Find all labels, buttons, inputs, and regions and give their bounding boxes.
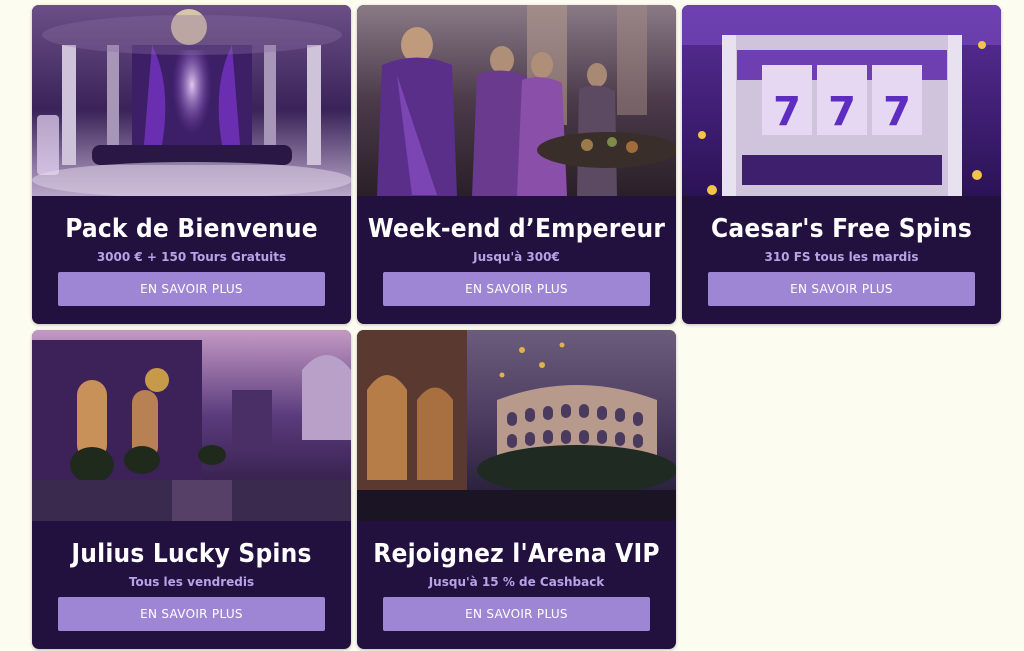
promotions-grid: Pack de Bienvenue 3000 € + 150 Tours Gra…	[0, 0, 1024, 651]
roman-feast-crowd-image	[357, 5, 676, 196]
promo-card-arena-vip: Rejoignez l'Arena VIP Jusqu'à 15 % de Ca…	[357, 330, 676, 649]
promo-title: Caesar's Free Spins	[710, 214, 972, 244]
promo-subtitle: 3000 € + 150 Tours Gratuits	[96, 250, 287, 264]
svg-text:7: 7	[883, 89, 911, 135]
promo-card-welcome-pack: Pack de Bienvenue 3000 € + 150 Tours Gra…	[32, 5, 351, 324]
promo-card-emperor-weekend: Week-end d’Empereur Jusqu'à 300€ EN SAVO…	[357, 5, 676, 324]
promo-subtitle: Jusqu'à 300€	[473, 250, 560, 264]
promo-title: Julius Lucky Spins	[71, 539, 312, 569]
luxury-casino-hall-image	[32, 5, 351, 196]
learn-more-button[interactable]: EN SAVOIR PLUS	[708, 272, 975, 306]
promo-title: Week-end d’Empereur	[367, 214, 666, 244]
learn-more-button[interactable]: EN SAVOIR PLUS	[383, 597, 650, 631]
promo-subtitle: 310 FS tous les mardis	[764, 250, 919, 264]
slot-machine-777-image: 7 7 7	[682, 5, 1001, 196]
promo-subtitle: Tous les vendredis	[128, 575, 255, 589]
promo-subtitle: Jusqu'à 15 % de Cashback	[428, 575, 605, 589]
learn-more-button[interactable]: EN SAVOIR PLUS	[383, 272, 650, 306]
promo-title: Rejoignez l'Arena VIP	[373, 539, 660, 569]
learn-more-button[interactable]: EN SAVOIR PLUS	[58, 597, 325, 631]
svg-text:7: 7	[773, 89, 801, 135]
promo-card-julius-lucky-spins: Julius Lucky Spins Tous les vendredis EN…	[32, 330, 351, 649]
learn-more-button[interactable]: EN SAVOIR PLUS	[58, 272, 325, 306]
colosseum-night-image	[357, 330, 676, 521]
promo-title: Pack de Bienvenue	[65, 214, 318, 244]
roman-palace-evening-image	[32, 330, 351, 521]
promo-card-caesar-free-spins: 7 7 7 Caesar's Free Spins 310 FS tous le…	[682, 5, 1001, 324]
svg-text:7: 7	[828, 89, 856, 135]
